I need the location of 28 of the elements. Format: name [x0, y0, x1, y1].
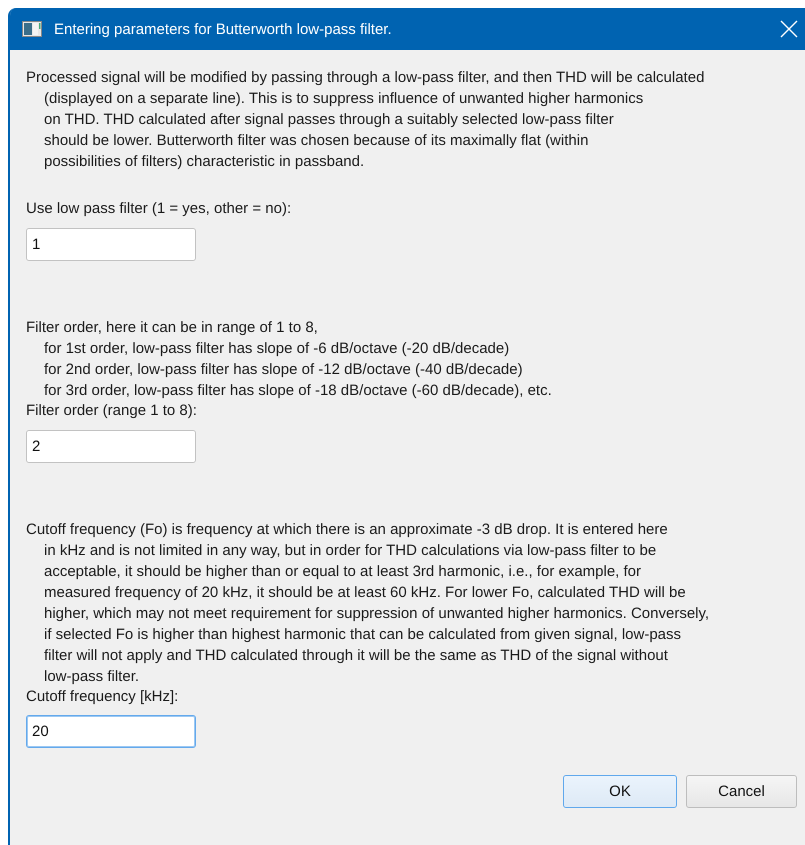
description-line: low-pass filter. [43, 666, 140, 687]
description-line: if selected Fo is higher than highest harmonic that can be calculated from given signal, low-pass [43, 624, 682, 645]
description-line: acceptable, it should be higher than or equal to at least 3rd harmonic, i.e., for example, for [43, 562, 642, 582]
cancel-button[interactable]: Cancel [686, 775, 797, 808]
description-line: in kHz and is not limited in any way, but in order for THD calculations via low-pass filter to be [43, 540, 656, 561]
description-line: possibilities of filters) characteristic in passband. [43, 152, 364, 172]
field-label: Filter order (range 1 to 8): [26, 400, 197, 421]
ok-button[interactable]: OK [563, 775, 677, 808]
description-line: for 3rd order, low-pass filter has slope of -18 dB/octave (-60 dB/decade), etc. [43, 380, 552, 401]
close-icon[interactable] [780, 20, 798, 38]
description-line: for 2nd order, low-pass filter has slope of -12 dB/octave (-40 dB/decade) [43, 360, 523, 380]
input-field[interactable]: 1 [26, 228, 196, 261]
description-line: for 1st order, low-pass filter has slope of -6 dB/octave (-20 dB/decade) [43, 338, 510, 359]
input-field[interactable]: 2 [26, 430, 196, 463]
description-line: filter will not apply and THD calculated through it will be the same as THD of the signal without [43, 646, 668, 666]
window-icon [22, 21, 42, 37]
description-line: on THD. THD calculated after signal passes through a suitably selected low-pass filter [43, 110, 614, 130]
description-line: measured frequency of 20 kHz, it should be at least 60 kHz. For lower Fo, calculated THD will be [43, 582, 686, 603]
description-line: Cutoff frequency (Fo) is frequency at which there is an approximate -3 dB drop. It is entered here [26, 520, 668, 540]
field-label: Cutoff frequency [kHz]: [26, 686, 178, 707]
field-label: Use low pass filter (1 = yes, other = no): [26, 199, 292, 219]
description-line: Filter order, here it can be in range of 1 to 8, [26, 318, 318, 338]
input-field[interactable]: 20 [26, 715, 196, 748]
description-line: Processed signal will be modified by passing through a low-pass filter, and then THD will be calculated [26, 68, 704, 88]
description-line: should be lower. Butterworth filter was chosen because of its maximally flat (within [43, 131, 588, 151]
window-title: Entering parameters for Butterworth low-pass filter. [54, 20, 393, 38]
description-line: (displayed on a separate line). This is to suppress influence of unwanted higher harmonics [43, 89, 644, 109]
description-line: higher, which may not meet requirement for suppression of unwanted higher harmonics. Conversely, [43, 604, 710, 624]
